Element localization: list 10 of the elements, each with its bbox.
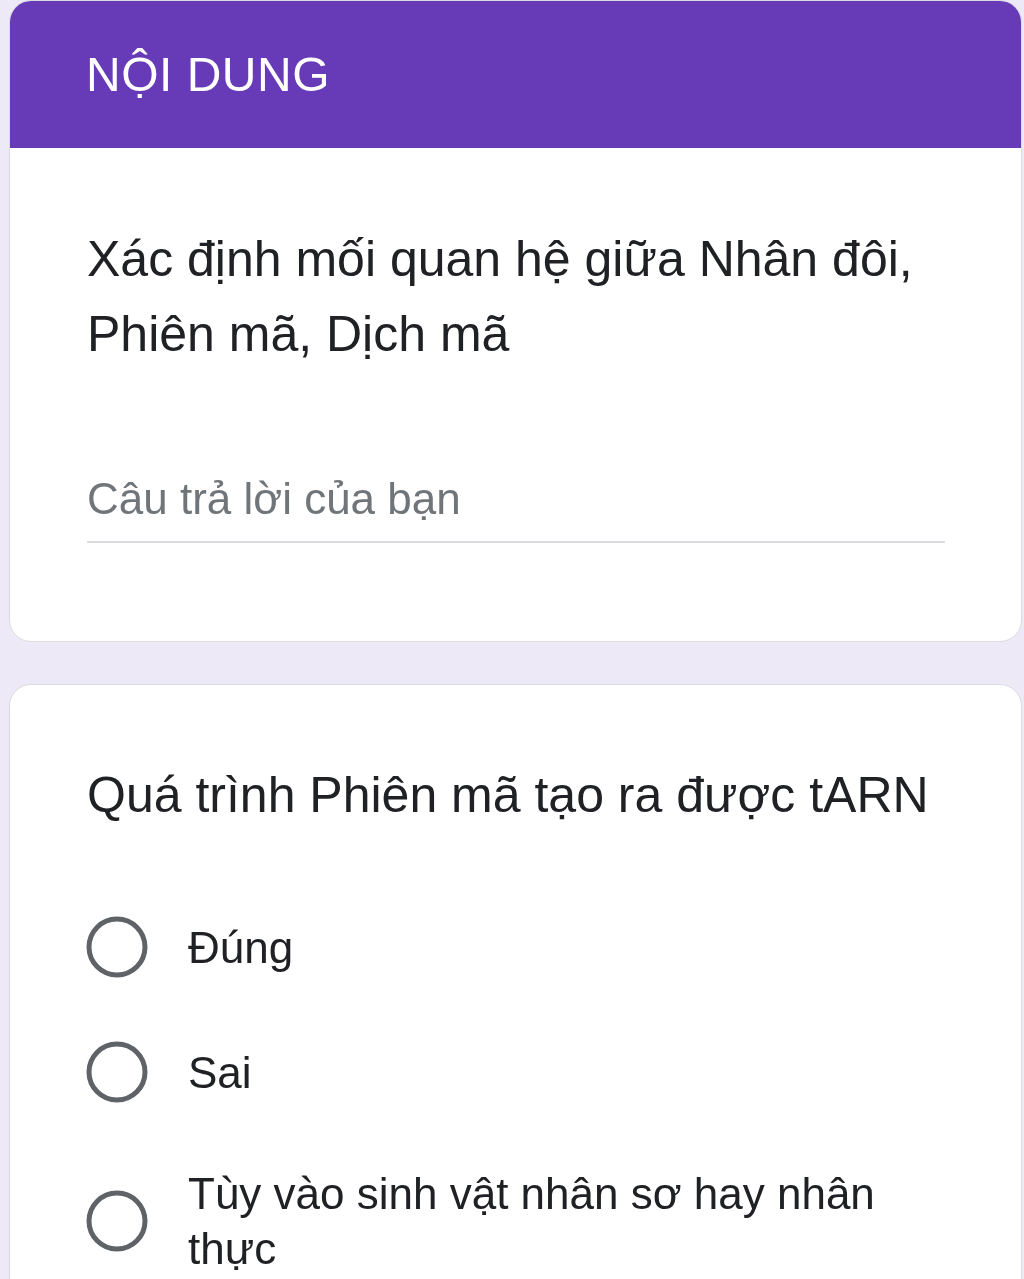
section-title: NỘI DUNG [86,47,330,102]
option-label[interactable]: Sai [188,1044,252,1100]
answer-field[interactable]: Câu trả lời của bạn [87,469,945,543]
option-label[interactable]: Tùy vào sinh vật nhân sơ hay nhân thực [188,1166,945,1276]
radio-button[interactable] [86,1190,148,1252]
radio-button[interactable] [86,916,148,978]
radio-button[interactable] [86,1041,148,1103]
question-text: Xác định mối quan hệ giữa Nhân đôi, Phiên mã, Dịch mã [87,230,914,364]
option-label[interactable]: Đúng [188,919,294,975]
question-text: Quá trình Phiên mã tạo ra được tARN [87,766,930,825]
